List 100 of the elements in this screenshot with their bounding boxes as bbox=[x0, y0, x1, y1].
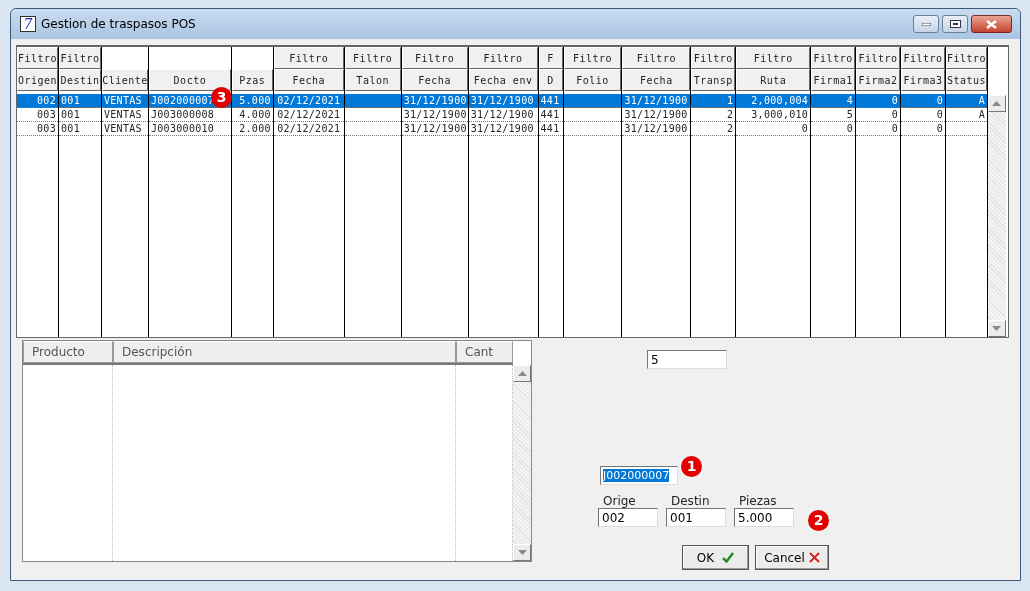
table-cell: 31/12/1900 bbox=[622, 94, 691, 108]
table-cell: 2 bbox=[691, 108, 736, 122]
column-header[interactable]: Descripción bbox=[113, 341, 456, 363]
table-cell: 003 bbox=[17, 122, 58, 136]
table-cell: 02/12/2021 bbox=[273, 94, 344, 108]
column-header[interactable]: Ruta bbox=[736, 69, 811, 91]
table-cell: 2.000 bbox=[231, 122, 273, 136]
table-cell: 0 bbox=[856, 94, 901, 108]
column-header[interactable]: Destin bbox=[59, 69, 101, 91]
ok-button[interactable]: OK bbox=[682, 545, 749, 570]
number-marker: 1 bbox=[681, 456, 702, 477]
filter-button[interactable]: Filtro bbox=[901, 47, 945, 69]
table-cell: 31/12/1900 bbox=[622, 108, 691, 122]
input-field[interactable]: 001 bbox=[666, 508, 726, 527]
table-cell: 5 bbox=[811, 108, 856, 122]
column-header[interactable]: Fecha bbox=[401, 69, 468, 91]
table-cell: A bbox=[946, 108, 987, 122]
table-cell: 441 bbox=[538, 94, 563, 108]
table-cell: 2 bbox=[691, 122, 736, 136]
filter-button[interactable]: Filtro bbox=[273, 47, 344, 69]
close-icon bbox=[986, 19, 997, 29]
check-icon bbox=[722, 552, 735, 563]
column-header[interactable]: Fecha env bbox=[468, 69, 538, 91]
filter-button[interactable]: Filtro bbox=[736, 47, 811, 69]
minimize-icon bbox=[921, 22, 931, 26]
table-cell: 001 bbox=[59, 122, 101, 136]
filter-button[interactable]: Filtro bbox=[856, 47, 901, 69]
filter-button[interactable]: Filtro bbox=[691, 47, 736, 69]
table-cell: 0 bbox=[901, 122, 945, 136]
column-header[interactable]: Origen bbox=[17, 69, 58, 91]
down-arrow-icon bbox=[992, 326, 1002, 331]
column-header[interactable]: Docto bbox=[148, 69, 231, 91]
app-logo: 7 bbox=[20, 16, 36, 32]
column-header[interactable]: D bbox=[538, 69, 563, 91]
column-header[interactable]: Talon bbox=[344, 69, 401, 91]
table-cell: 0 bbox=[811, 122, 856, 136]
table-cell: 31/12/1900 bbox=[468, 108, 538, 122]
column-header[interactable]: Status bbox=[946, 69, 987, 91]
table-cell: VENTAS bbox=[101, 94, 148, 108]
column-header[interactable]: Folio bbox=[563, 69, 622, 91]
table-cell: 1 bbox=[691, 94, 736, 108]
filter-button[interactable]: Filtro bbox=[563, 47, 622, 69]
column-header[interactable]: Producto bbox=[23, 341, 113, 363]
table-cell: 0 bbox=[901, 94, 945, 108]
table-cell: 003 bbox=[17, 108, 58, 122]
table-cell: A bbox=[946, 94, 987, 108]
table-cell: 0 bbox=[856, 122, 901, 136]
close-button[interactable] bbox=[971, 15, 1012, 33]
maximize-button[interactable] bbox=[942, 15, 968, 33]
table-cell bbox=[344, 94, 401, 108]
filter-button[interactable]: Filtro bbox=[401, 47, 468, 69]
input-field[interactable]: 5.000 bbox=[734, 508, 794, 527]
down-arrow-icon bbox=[517, 550, 527, 555]
filter-button[interactable]: Filtro bbox=[946, 47, 987, 69]
table-cell: 0 bbox=[856, 108, 901, 122]
input-field[interactable]: 002 bbox=[598, 508, 658, 527]
table-cell: 002 bbox=[17, 94, 58, 108]
maximize-icon bbox=[949, 20, 961, 28]
column-header[interactable]: Transp bbox=[691, 69, 736, 91]
column-header[interactable]: Fecha bbox=[273, 69, 344, 91]
filter-button[interactable]: Filtro bbox=[468, 47, 538, 69]
column-header[interactable]: Firma2 bbox=[856, 69, 901, 91]
filter-button[interactable]: Filtro bbox=[17, 47, 58, 69]
table-cell: 4.000 bbox=[231, 108, 273, 122]
document-field[interactable]: J002000007 bbox=[600, 466, 678, 485]
table-cell: 4 bbox=[811, 94, 856, 108]
up-arrow-icon bbox=[517, 371, 527, 376]
field-label: Orige bbox=[602, 495, 637, 508]
table-cell: 02/12/2021 bbox=[273, 122, 344, 136]
minimize-button[interactable] bbox=[913, 15, 939, 33]
table-cell: 31/12/1900 bbox=[401, 122, 468, 136]
column-header[interactable]: Cliente bbox=[101, 69, 148, 91]
column-header[interactable]: Fecha bbox=[622, 69, 691, 91]
table-cell: VENTAS bbox=[101, 108, 148, 122]
filter-button[interactable]: Filtro bbox=[344, 47, 401, 69]
filter-button[interactable]: Filtro bbox=[59, 47, 101, 69]
column-header[interactable]: Cant bbox=[456, 341, 513, 363]
table-cell: 0 bbox=[901, 108, 945, 122]
table-cell: 31/12/1900 bbox=[622, 122, 691, 136]
table-cell: J003000008 bbox=[148, 108, 231, 122]
cancel-button[interactable]: Cancel bbox=[755, 545, 829, 570]
filter-button[interactable]: Filtro bbox=[622, 47, 691, 69]
filter-button[interactable]: F bbox=[538, 47, 563, 69]
column-header[interactable]: Pzas bbox=[231, 69, 273, 91]
scroll-up-button[interactable] bbox=[513, 365, 531, 382]
scroll-down-button[interactable] bbox=[513, 544, 531, 561]
window-title: Gestion de traspasos POS bbox=[41, 16, 196, 33]
close-icon bbox=[808, 552, 820, 563]
table-cell: 001 bbox=[59, 94, 101, 108]
table-cell: 441 bbox=[538, 122, 563, 136]
filter-button[interactable]: Filtro bbox=[811, 47, 856, 69]
table-cell: 0 bbox=[736, 122, 811, 136]
field-label: Piezas bbox=[738, 495, 778, 508]
column-header[interactable]: Firma1 bbox=[811, 69, 856, 91]
table-cell: 31/12/1900 bbox=[401, 108, 468, 122]
table-cell: 441 bbox=[538, 108, 563, 122]
table-cell: VENTAS bbox=[101, 122, 148, 136]
table-cell: 5.000 bbox=[231, 94, 273, 108]
column-header[interactable]: Firma3 bbox=[901, 69, 945, 91]
count-field[interactable]: 5 bbox=[647, 350, 727, 369]
